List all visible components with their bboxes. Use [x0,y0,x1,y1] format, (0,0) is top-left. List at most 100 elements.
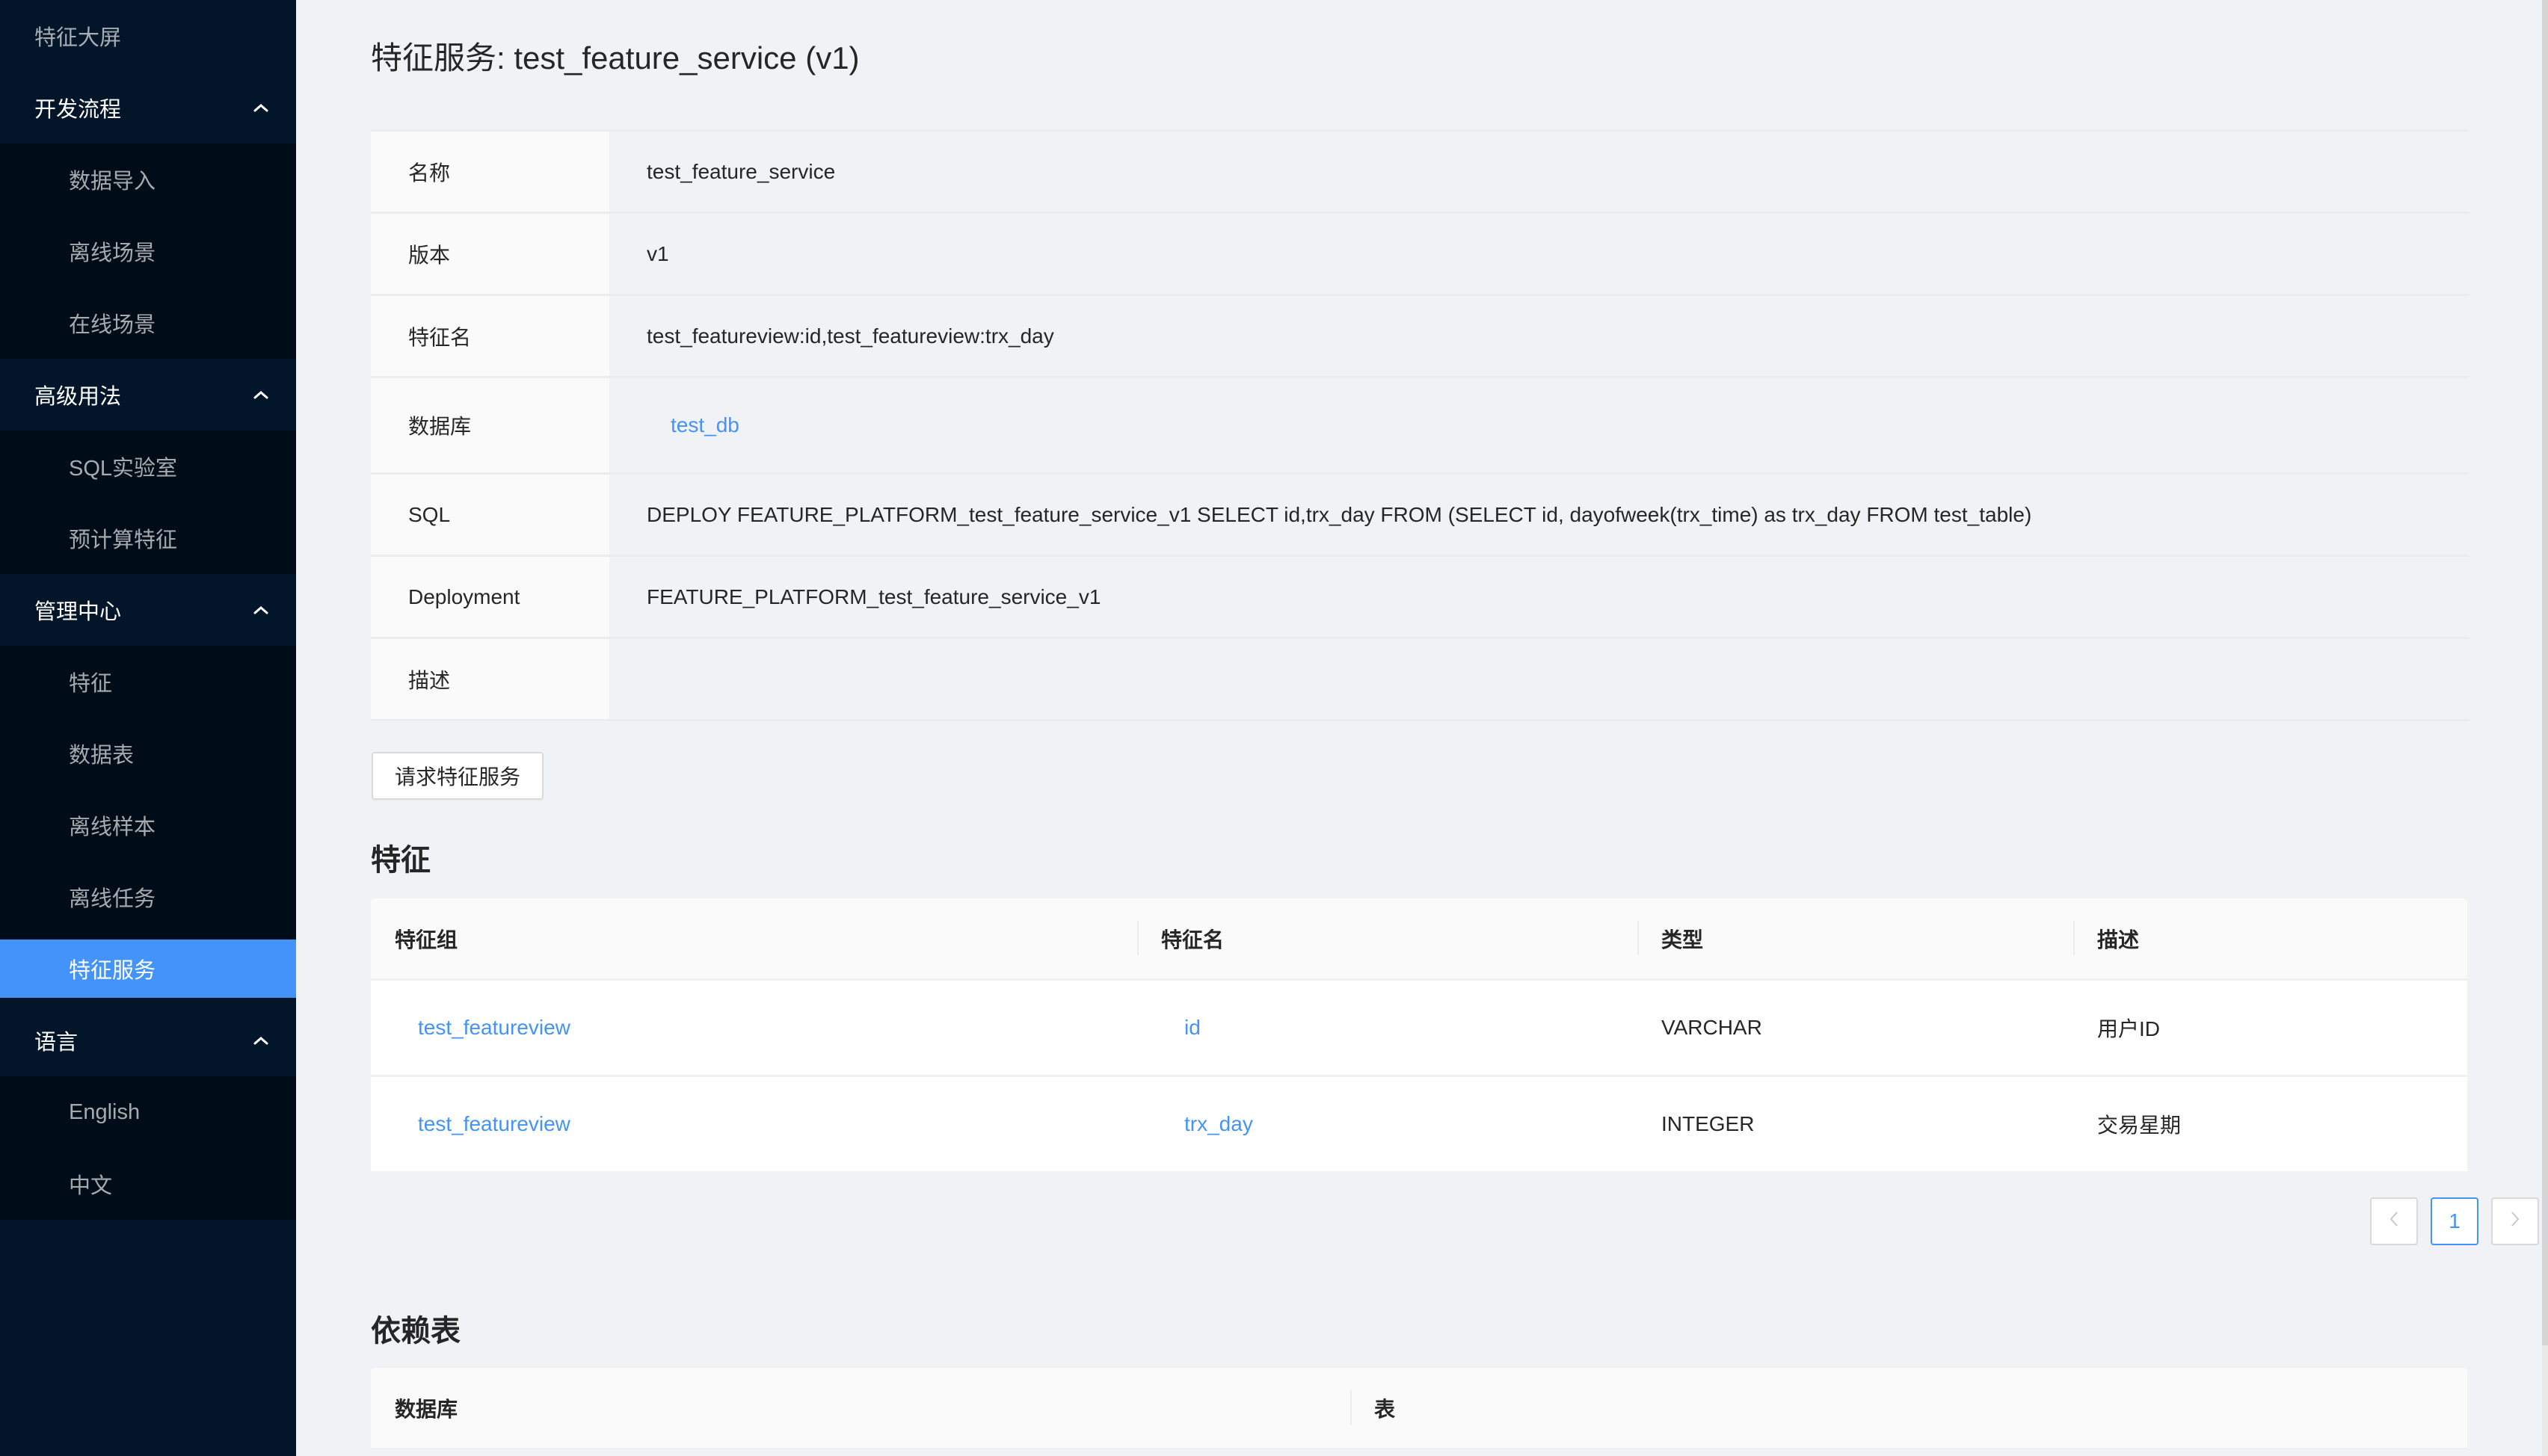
column-header-table[interactable]: 表 [1350,1368,2467,1448]
dependencies-section-title: 依赖表 [371,1315,461,1348]
detail-label: SQL [371,475,609,555]
feature-name-link[interactable]: trx_day [1184,1112,1253,1136]
sidebar-group-title-dev-flow[interactable]: 开发流程 [0,72,296,144]
submenu-language: English 中文 [0,1076,296,1220]
sidebar-item-label: 在线场景 [69,313,156,337]
detail-label: 版本 [371,214,609,294]
table-row: test_featureview id VARCHAR 用户ID [371,981,2467,1077]
detail-row-description: 描述 [371,639,2469,721]
sidebar-group-advanced: 高级用法 SQL实验室 预计算特征 [0,359,296,574]
sidebar-item-feature-services[interactable]: 特征服务 [0,940,296,998]
sidebar-group-title-management[interactable]: 管理中心 [0,574,296,646]
detail-value: FEATURE_PLATFORM_test_feature_service_v1 [647,584,1101,608]
dependencies-table: 数据库 表 [371,1368,2467,1450]
column-header-type[interactable]: 类型 [1637,898,2073,978]
cell-description: 用户ID [2097,1017,2161,1040]
detail-value [609,639,2469,719]
sidebar-item-dashboard[interactable]: 特征大屏 [0,0,296,72]
sidebar-item-label: 数据导入 [69,170,156,194]
sidebar-item-label: 中文 [69,1174,113,1198]
sidebar-item-offline-samples[interactable]: 离线样本 [0,789,296,861]
cell-feature-name: id [1137,981,1637,1075]
scrollbar-thumb[interactable] [2542,0,2548,1345]
sidebar-item-features[interactable]: 特征 [0,646,296,718]
sidebar-item-label: 离线任务 [69,887,156,911]
sidebar-item-offline-scenario[interactable]: 离线场景 [0,215,296,287]
feature-group-link[interactable]: test_featureview [418,1016,570,1040]
column-header-feature-group[interactable]: 特征组 [371,898,1137,978]
sidebar-group-language: 语言 English 中文 [0,1005,296,1220]
detail-row-deployment: Deployment FEATURE_PLATFORM_test_feature… [371,557,2469,639]
sidebar-group-label: 管理中心 [34,600,122,624]
chevron-up-icon [251,98,271,117]
page-title: 特征服务: test_feature_service (v1) [371,40,860,75]
sidebar-group-label: 高级用法 [34,385,122,409]
detail-row-feature-names: 特征名 test_featureview:id,test_featureview… [371,296,2469,378]
sidebar-group-dev-flow: 开发流程 数据导入 离线场景 在线场景 [0,72,296,359]
sidebar: 特征大屏 开发流程 数据导入 离线场景 在线场景 高级用法 SQL实验室 预计算… [0,0,296,1456]
service-details: 名称 test_feature_service 版本 v1 特征名 test_f… [371,129,2469,721]
table-header: 特征组 特征名 类型 描述 [371,898,2467,981]
sidebar-group-label: 开发流程 [34,98,122,122]
sidebar-item-precomputed-features[interactable]: 预计算特征 [0,502,296,574]
sidebar-item-label: 特征服务 [69,959,156,983]
chevron-up-icon [251,385,271,404]
sidebar-group-title-advanced[interactable]: 高级用法 [0,359,296,431]
sidebar-item-offline-jobs[interactable]: 离线任务 [0,861,296,933]
sidebar-item-data-import[interactable]: 数据导入 [0,144,296,215]
sidebar-item-label: 离线场景 [69,241,156,265]
detail-value: test_feature_service [647,159,836,183]
main-content: 特征服务: test_feature_service (v1) 名称 test_… [296,0,2542,1456]
detail-row-sql: SQL DEPLOY FEATURE_PLATFORM_test_feature… [371,475,2469,557]
sidebar-item-chinese[interactable]: 中文 [0,1148,296,1220]
cell-feature-group: test_featureview [371,1077,1137,1171]
database-link[interactable]: test_db [671,413,739,437]
detail-value: test_db [609,378,2469,472]
feature-group-link[interactable]: test_featureview [418,1112,570,1136]
detail-label: 描述 [371,639,609,719]
cell-feature-name: trx_day [1137,1077,1637,1171]
sidebar-item-label: 预计算特征 [69,528,178,552]
detail-row-name: 名称 test_feature_service [371,129,2469,214]
page-number-button[interactable]: 1 [2431,1197,2478,1245]
table-header: 数据库 表 [371,1368,2467,1450]
sidebar-item-sql-lab[interactable]: SQL实验室 [0,431,296,502]
column-header-database[interactable]: 数据库 [371,1368,1350,1448]
cell-description: 交易星期 [2097,1114,2182,1137]
sidebar-item-tables[interactable]: 数据表 [0,718,296,789]
detail-label: 特征名 [371,296,609,376]
submenu-management: 特征 数据表 离线样本 离线任务 特征服务 [0,646,296,998]
column-header-description[interactable]: 描述 [2073,898,2467,978]
column-header-feature-name[interactable]: 特征名 [1137,898,1637,978]
cell-type: VARCHAR [1661,1016,1762,1039]
sidebar-item-english[interactable]: English [0,1076,296,1148]
submenu-dev-flow: 数据导入 离线场景 在线场景 [0,144,296,359]
features-table: 特征组 特征名 类型 描述 test_featureview id VARCHA… [371,898,2467,1171]
request-feature-service-button[interactable]: 请求特征服务 [372,752,544,800]
detail-row-version: 版本 v1 [371,214,2469,296]
chevron-left-icon [2389,1209,2399,1233]
sidebar-item-label: 特征大屏 [34,26,122,50]
sidebar-item-label: 特征 [69,672,113,696]
sidebar-item-label: 数据表 [69,744,135,768]
sidebar-item-online-scenario[interactable]: 在线场景 [0,287,296,359]
detail-value: test_featureview:id,test_featureview:trx… [647,324,1054,348]
vertical-scrollbar[interactable] [2542,0,2548,1456]
sidebar-group-label: 语言 [34,1031,79,1055]
previous-page-button[interactable] [2370,1197,2418,1245]
detail-row-database: 数据库 test_db [371,378,2469,475]
cell-feature-group: test_featureview [371,981,1137,1075]
chevron-up-icon [251,1031,271,1050]
sidebar-group-title-language[interactable]: 语言 [0,1005,296,1076]
feature-name-link[interactable]: id [1184,1016,1201,1040]
submenu-advanced: SQL实验室 预计算特征 [0,431,296,574]
next-page-button[interactable] [2491,1197,2539,1245]
cell-type: INTEGER [1661,1112,1755,1135]
sidebar-item-label: SQL实验室 [69,457,178,481]
features-section-title: 特征 [371,844,431,877]
pagination: 1 [2370,1197,2539,1245]
sidebar-group-management: 管理中心 特征 数据表 离线样本 离线任务 特征服务 [0,574,296,998]
detail-value: DEPLOY FEATURE_PLATFORM_test_feature_ser… [647,502,2032,526]
detail-label: 名称 [371,132,609,212]
detail-label: 数据库 [371,378,609,472]
